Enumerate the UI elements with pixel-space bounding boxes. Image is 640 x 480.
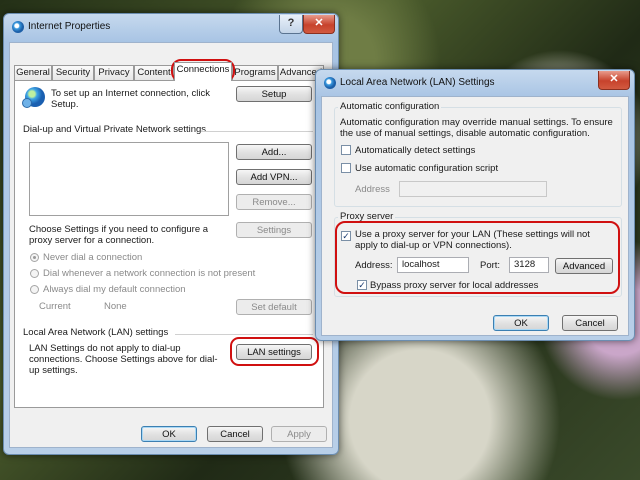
use-proxy-label: Use a proxy server for your LAN (These s… bbox=[355, 229, 590, 251]
lan-window-title: Local Area Network (LAN) Settings bbox=[340, 77, 495, 88]
lan-close-button[interactable]: ✕ bbox=[598, 71, 630, 90]
connections-tab-page: To set up an Internet connection, click … bbox=[14, 80, 324, 408]
remove-button[interactable]: Remove... bbox=[236, 194, 312, 210]
tab-general[interactable]: General bbox=[14, 65, 52, 80]
globe-icon bbox=[324, 77, 336, 89]
tab-security[interactable]: Security bbox=[52, 65, 94, 80]
auto-detect-label: Automatically detect settings bbox=[355, 145, 476, 156]
connections-list[interactable] bbox=[29, 142, 229, 216]
use-script-label: Use automatic configuration script bbox=[355, 163, 499, 174]
internet-properties-window: Internet Properties ? ✕ General Security… bbox=[3, 13, 339, 455]
radio-always-dial[interactable] bbox=[30, 285, 39, 294]
bypass-checkbox[interactable]: ✓ bbox=[357, 280, 367, 290]
use-script-checkbox[interactable] bbox=[341, 163, 351, 173]
radio-dial-whenever[interactable] bbox=[30, 269, 39, 278]
advanced-button[interactable]: Advanced bbox=[555, 258, 613, 274]
lan-text: LAN Settings do not apply to dial-up con… bbox=[29, 343, 218, 376]
bypass-label: Bypass proxy server for local addresses bbox=[370, 280, 539, 291]
auto-config-heading: Automatic configuration bbox=[338, 101, 442, 112]
lan-divider bbox=[175, 334, 313, 335]
dialog-body: General Security Privacy Content Connect… bbox=[9, 42, 333, 448]
auto-detect-checkbox[interactable] bbox=[341, 145, 351, 155]
radio-never-dial-label: Never dial a connection bbox=[43, 252, 143, 263]
auto-config-text: Automatic configuration may override man… bbox=[340, 117, 613, 139]
ok-button[interactable]: OK bbox=[141, 426, 197, 442]
lan-settings-button[interactable]: LAN settings bbox=[236, 344, 312, 360]
script-address-label: Address bbox=[355, 184, 390, 195]
apply-button[interactable]: Apply bbox=[271, 426, 327, 442]
proxy-port-field[interactable]: 3128 bbox=[509, 257, 549, 273]
tab-connections[interactable]: Connections bbox=[174, 62, 232, 81]
proxy-heading: Proxy server bbox=[338, 211, 396, 222]
title-bar[interactable]: Internet Properties ? ✕ bbox=[4, 14, 338, 40]
radio-always-dial-label: Always dial my default connection bbox=[43, 284, 186, 295]
current-value: None bbox=[104, 301, 127, 312]
port-label: Port: bbox=[480, 260, 501, 271]
window-title: Internet Properties bbox=[28, 21, 111, 32]
cancel-button[interactable]: Cancel bbox=[207, 426, 263, 442]
setup-text: To set up an Internet connection, click … bbox=[51, 88, 210, 110]
radio-dial-whenever-label: Dial whenever a network connection is no… bbox=[43, 268, 256, 279]
globe-icon bbox=[12, 21, 24, 33]
lan-dialog-body: Automatic configuration Automatic config… bbox=[321, 96, 629, 336]
settings-button[interactable]: Settings bbox=[236, 222, 312, 238]
set-default-button[interactable]: Set default bbox=[236, 299, 312, 315]
lan-title-bar[interactable]: Local Area Network (LAN) Settings ✕ bbox=[316, 70, 634, 96]
help-button[interactable]: ? bbox=[279, 15, 303, 34]
choose-settings-text: Choose Settings if you need to configure… bbox=[29, 224, 209, 246]
proxy-address-field[interactable]: localhost bbox=[397, 257, 469, 273]
dialup-divider bbox=[201, 131, 313, 132]
use-proxy-checkbox[interactable]: ✓ bbox=[341, 231, 351, 241]
lan-ok-button[interactable]: OK bbox=[493, 315, 549, 331]
dialup-section-heading: Dial-up and Virtual Private Network sett… bbox=[23, 124, 207, 135]
lan-section-heading: Local Area Network (LAN) settings bbox=[23, 327, 169, 338]
tab-content[interactable]: Content bbox=[134, 65, 174, 80]
tab-privacy[interactable]: Privacy bbox=[94, 65, 134, 80]
close-button[interactable]: ✕ bbox=[303, 15, 335, 34]
setup-button[interactable]: Setup bbox=[236, 86, 312, 102]
lan-settings-window: Local Area Network (LAN) Settings ✕ Auto… bbox=[315, 69, 635, 341]
current-label: Current bbox=[39, 301, 71, 312]
add-vpn-button[interactable]: Add VPN... bbox=[236, 169, 312, 185]
lan-cancel-button[interactable]: Cancel bbox=[562, 315, 618, 331]
address-label: Address: bbox=[355, 260, 393, 271]
tab-programs[interactable]: Programs bbox=[232, 65, 278, 80]
globe-network-icon bbox=[22, 87, 45, 108]
radio-never-dial[interactable] bbox=[30, 253, 39, 262]
add-button[interactable]: Add... bbox=[236, 144, 312, 160]
script-address-field[interactable] bbox=[399, 181, 547, 197]
